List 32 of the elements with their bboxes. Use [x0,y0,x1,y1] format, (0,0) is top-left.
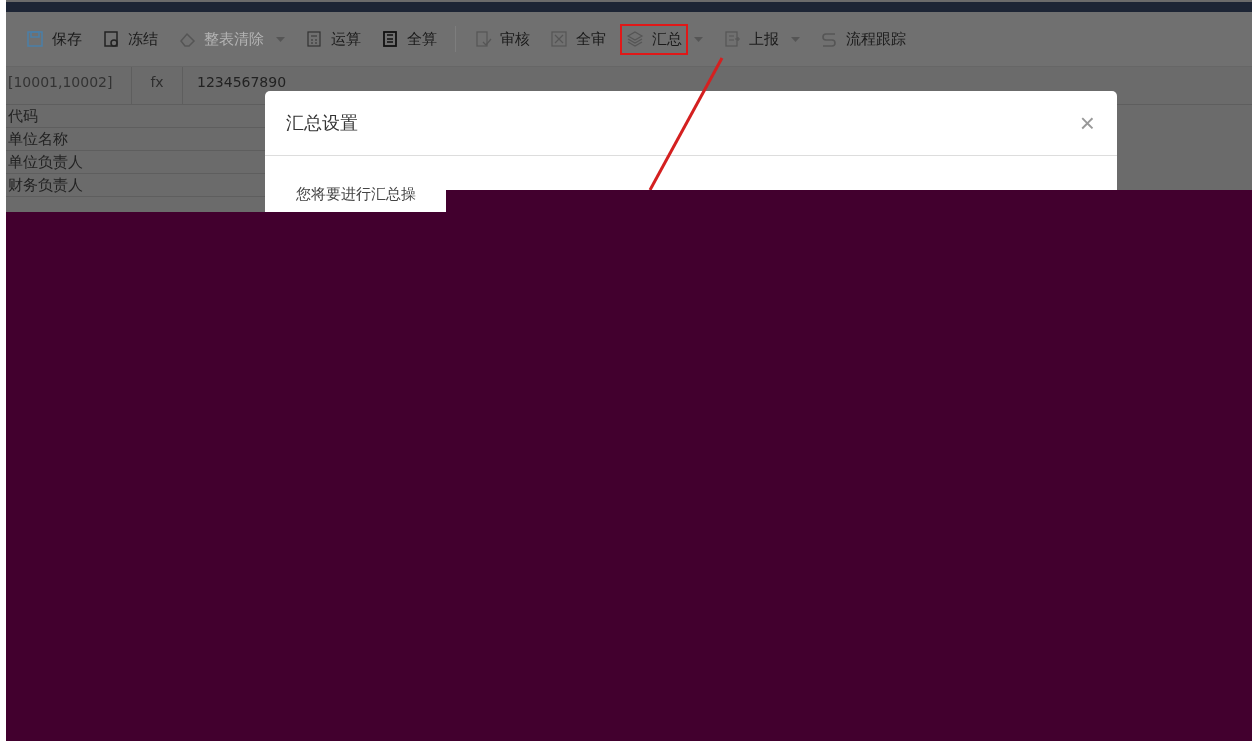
row-label: 代码 [7,107,38,125]
row-label: 财务负责人 [7,176,83,194]
caret-icon[interactable] [791,36,800,42]
toolbar-icon [820,30,838,48]
toolbar-icon [381,30,399,48]
toolbar-button[interactable]: 全算 [375,23,443,55]
toolbar-icon [723,30,741,48]
toolbar-button[interactable]: 汇总 [620,23,688,55]
toolbar-icon [550,30,568,48]
toolbar-icon [305,30,323,48]
dialog-title: 汇总设置 [286,111,358,135]
formula-value: 1234567890 [196,73,287,92]
caret-icon[interactable] [694,36,703,42]
toolbar-button[interactable]: 保存 [20,23,88,55]
toolbar-button[interactable]: 运算 [299,23,367,55]
toolbar-icon [178,30,196,48]
row-label: 单位名称 [7,130,68,148]
toolbar-button[interactable]: 全审 [544,23,612,55]
toolbar-button[interactable]: 流程跟踪 [814,23,912,55]
caret-icon[interactable] [276,36,285,42]
cell-reference: [10001,10002] [6,67,132,104]
toolbar-icon [474,30,492,48]
close-button[interactable]: × [1077,110,1097,136]
toolbar-button[interactable]: 审核 [468,23,536,55]
row-label: 单位负责人 [7,153,83,171]
toolbar-button[interactable]: 冻结 [96,23,164,55]
dialog-message: 您将要进行汇总操 [296,185,416,203]
toolbar-icon [626,30,644,48]
fx-label: fx [132,67,183,104]
toolbar-button[interactable]: 上报 [717,23,785,55]
toolbar-icon [102,30,120,48]
toolbar-icon [26,30,44,48]
